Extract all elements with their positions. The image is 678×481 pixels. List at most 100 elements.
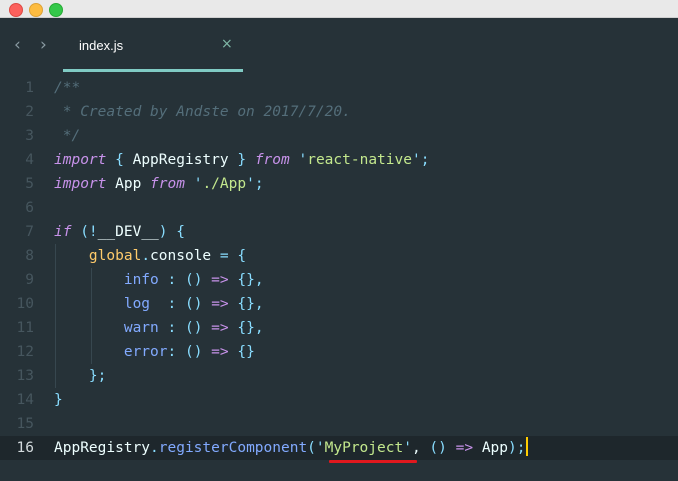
code-text: info : () => {}, [54, 268, 264, 292]
line-number: 10 [16, 296, 34, 312]
code-line[interactable]: 11 warn : () => {}, [0, 316, 678, 340]
line-number: 7 [25, 224, 34, 240]
tab-index-js[interactable]: index.js × [63, 28, 243, 74]
code-line[interactable]: 3 */ [0, 124, 678, 148]
code-line[interactable]: 15 [0, 412, 678, 436]
code-text: }; [54, 364, 106, 388]
code-token: MyProject [324, 440, 404, 456]
code-token: () [184, 272, 203, 288]
code-text: log : () => {}, [54, 292, 264, 316]
code-token: react-native [307, 152, 412, 168]
code-token: ; [254, 176, 264, 192]
code-text: /** [54, 76, 80, 100]
code-token: : [167, 296, 177, 312]
code-line[interactable]: 14} [0, 388, 678, 412]
code-token: () [184, 296, 203, 312]
code-line[interactable]: 16 AppRegistry.registerComponent('MyProje… [0, 436, 678, 460]
code-token: from [150, 176, 185, 192]
code-token: ./App [202, 176, 247, 192]
code-token: AppRegistry [123, 152, 238, 168]
close-icon[interactable]: × [221, 36, 233, 52]
chevron-right-icon[interactable]: › [40, 35, 47, 55]
code-token: ' [298, 152, 308, 168]
code-token: ) [158, 224, 168, 240]
code-token: . [150, 440, 159, 456]
code-text: import { AppRegistry } from 'react-nativ… [54, 148, 429, 172]
code-token: => [211, 272, 229, 288]
code-token: ' [246, 176, 255, 192]
code-token: { [176, 224, 185, 240]
code-text: * Created by Andste on 2017/7/20. [54, 100, 351, 124]
code-token: = [219, 248, 229, 264]
code-token: } [237, 152, 247, 168]
code-token: log [123, 296, 151, 312]
code-token: {} [237, 344, 255, 360]
code-token: () [429, 440, 447, 456]
code-line[interactable]: 9 info : () => {}, [0, 268, 678, 292]
code-token: : [167, 272, 177, 288]
code-token: ' [411, 152, 421, 168]
code-token: (! [80, 224, 98, 240]
indent-guide [55, 244, 56, 388]
indent-guide [91, 268, 92, 364]
code-token: App [106, 176, 151, 192]
zoom-window-button[interactable] [49, 3, 63, 17]
chevron-left-icon[interactable]: ‹ [14, 35, 21, 55]
code-line[interactable]: 10 log : () => {}, [0, 292, 678, 316]
code-token: , [411, 440, 430, 456]
tab-bar: ‹ › index.js × [0, 18, 678, 74]
code-token: App [473, 440, 509, 456]
line-number: 2 [25, 104, 34, 120]
code-text: if (!__DEV__) { [54, 220, 185, 244]
code-line[interactable]: 7 if (!__DEV__) { [0, 220, 678, 244]
code-token: => [211, 296, 229, 312]
code-line[interactable]: 5 import App from './App'; [0, 172, 678, 196]
close-window-button[interactable] [9, 3, 23, 17]
line-number: 14 [16, 392, 34, 408]
code-token: {}, [237, 272, 264, 288]
code-line[interactable]: 8 global.console = { [0, 244, 678, 268]
code-editor[interactable]: 1/** 2 * Created by Andste on 2017/7/20. 3… [0, 74, 678, 481]
code-line[interactable]: 1 /** [0, 76, 678, 100]
code-line[interactable]: 6 [0, 196, 678, 220]
line-number: 12 [16, 344, 34, 360]
code-token: ( [307, 440, 316, 456]
code-token: {}, [237, 296, 264, 312]
code-token: } [54, 392, 63, 408]
code-token: from [254, 152, 290, 168]
code-text: global.console = { [54, 244, 246, 268]
code-token: { [115, 152, 124, 168]
code-token: { [237, 248, 247, 264]
code-token: => [211, 320, 229, 336]
code-line[interactable]: 2 * Created by Andste on 2017/7/20. [0, 100, 678, 124]
minimize-window-button[interactable] [29, 3, 43, 17]
code-token: ; [420, 152, 430, 168]
code-line[interactable]: 13 }; [0, 364, 678, 388]
code-line[interactable]: 12 error: () => {} [0, 340, 678, 364]
code-line[interactable]: 4 import { AppRegistry } from 'react-nati… [0, 148, 678, 172]
code-token: . [141, 248, 151, 264]
code-token: if [54, 224, 72, 240]
code-token: error [123, 344, 168, 360]
line-number: 15 [16, 416, 34, 432]
active-tab-indicator [63, 69, 243, 72]
line-number: 5 [25, 176, 34, 192]
code-token: }; [88, 368, 107, 384]
line-number: 1 [25, 80, 34, 96]
code-token: __DEV__ [97, 224, 159, 240]
